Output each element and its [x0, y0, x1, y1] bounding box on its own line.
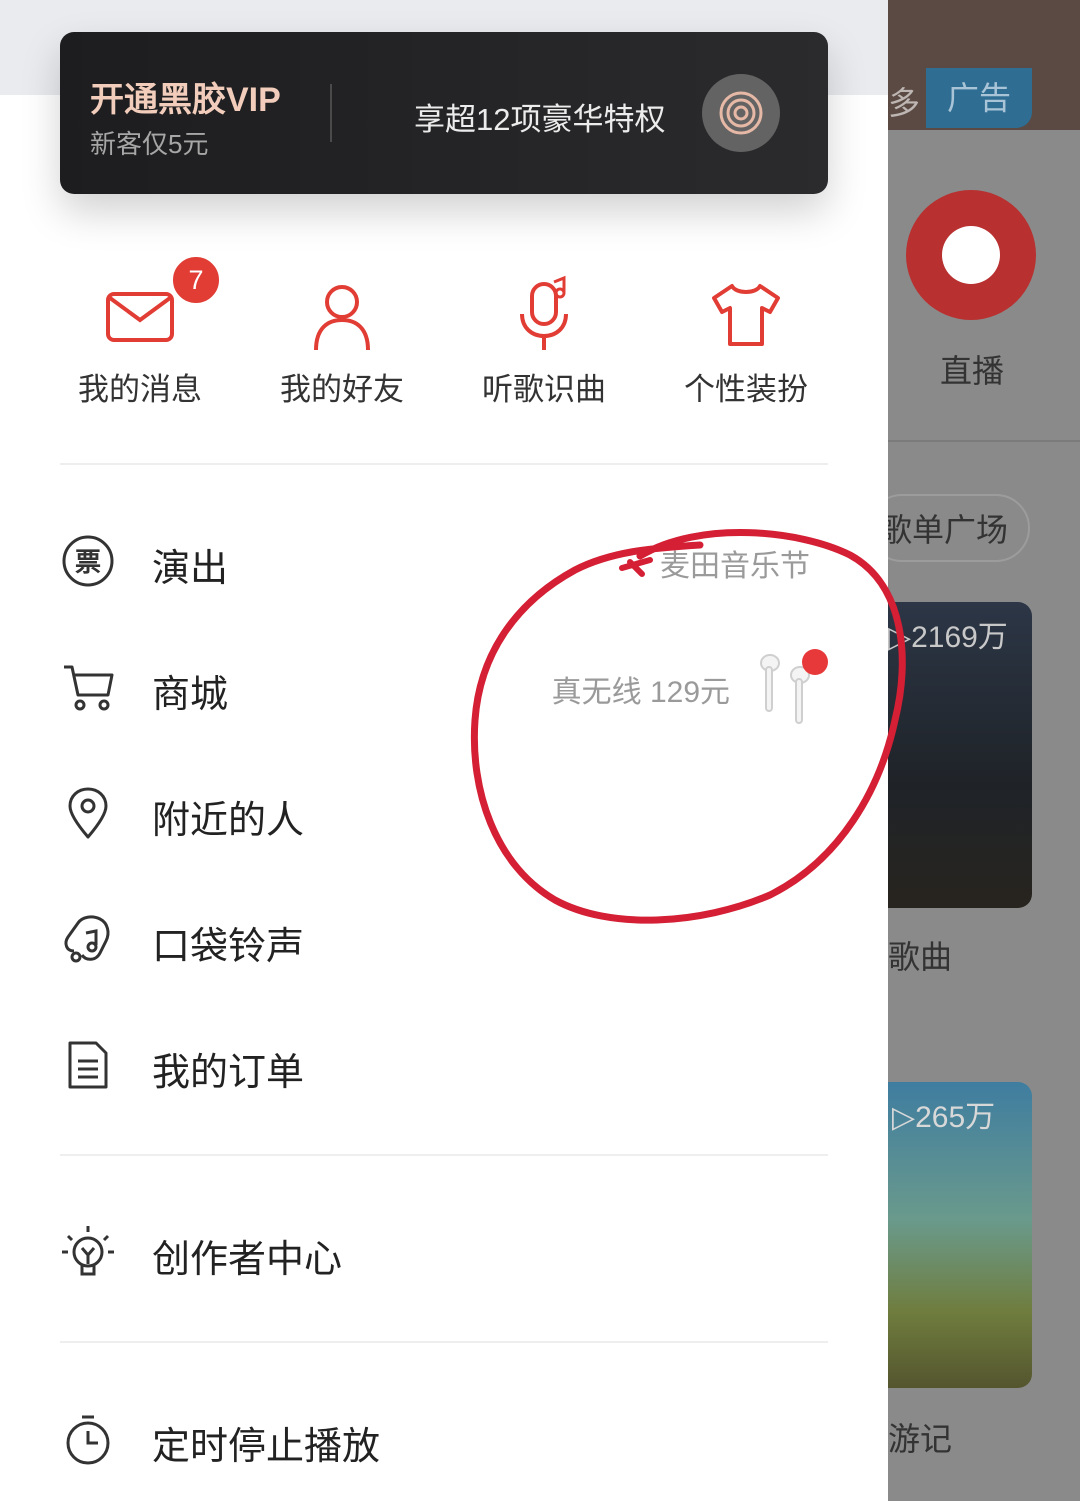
- mail-icon: [106, 292, 174, 342]
- vip-separator: [330, 84, 332, 142]
- quick-action-friends[interactable]: 我的好友: [262, 262, 422, 412]
- menu-item-creator-center[interactable]: 创作者中心: [0, 1196, 888, 1306]
- menu-item-label: 定时停止播放: [152, 1426, 381, 1468]
- quick-action-label: 个性装扮: [684, 372, 808, 407]
- quick-action-recognize-song[interactable]: 听歌识曲: [464, 262, 624, 412]
- ringtone-icon: [64, 915, 110, 963]
- menu-item-label: 口袋铃声: [152, 926, 305, 968]
- menu-item-shows[interactable]: 票 演出 麦田音乐节: [0, 505, 888, 615]
- menu-item-sleep-timer[interactable]: 定时停止播放: [0, 1383, 888, 1493]
- menu-item-ringtone[interactable]: 口袋铃声: [0, 883, 888, 993]
- vip-banner[interactable]: 开通黑胶VIP 新客仅5元 享超12项豪华特权: [60, 32, 828, 194]
- menu-item-promo: 真无线 129元: [551, 676, 730, 709]
- location-pin-icon: [68, 787, 108, 839]
- background-ad-tag: 广告: [926, 68, 1032, 128]
- menu-item-label: 商城: [152, 674, 229, 716]
- background-more-text: 多: [888, 85, 921, 121]
- menu-item-store[interactable]: 商城 真无线 129元: [0, 631, 888, 741]
- playlist-square-button[interactable]: 歌单广场: [888, 494, 1030, 562]
- vip-title: 开通黑胶VIP: [90, 81, 281, 119]
- menu-item-label: 附近的人: [152, 800, 305, 842]
- vip-benefit-text: 享超12项豪华特权: [414, 102, 666, 137]
- timer-icon: [66, 1415, 110, 1465]
- unread-badge: 7: [170, 254, 222, 306]
- quick-action-label: 我的消息: [78, 372, 202, 407]
- order-doc-icon: [68, 1041, 108, 1089]
- play-count: ▷2169万: [888, 621, 1008, 654]
- ticket-icon: 票: [62, 535, 114, 587]
- playlist-card-title: 游记: [888, 1421, 953, 1457]
- menu-item-promo: 麦田音乐节: [660, 550, 810, 583]
- tshirt-icon: [712, 284, 780, 346]
- background-divider: [888, 440, 1080, 442]
- side-drawer: 开通黑胶VIP 新客仅5元 享超12项豪华特权 7 我的消息 我的好友 听歌识曲…: [0, 0, 888, 1501]
- live-label: 直播: [940, 353, 1005, 389]
- menu-item-label: 我的订单: [152, 1052, 305, 1094]
- quick-actions: 7 我的消息 我的好友 听歌识曲 个性装扮: [0, 254, 888, 422]
- play-count: ▷265万: [892, 1101, 996, 1134]
- menu-item-label: 创作者中心: [152, 1239, 343, 1281]
- quick-action-label: 我的好友: [280, 372, 404, 407]
- divider: [60, 1154, 828, 1156]
- background-app: 多 广告 直播 歌单广场 ▷2169万 歌曲 ▷265万 游记: [888, 0, 1080, 1501]
- svg-text:票: 票: [75, 548, 101, 578]
- quick-action-messages[interactable]: 7 我的消息: [60, 254, 222, 412]
- live-icon[interactable]: [906, 190, 1036, 320]
- lightbulb-icon: [62, 1226, 114, 1276]
- vip-subtitle: 新客仅5元: [90, 129, 209, 159]
- quick-action-label: 听歌识曲: [482, 372, 606, 407]
- quick-action-dress-up[interactable]: 个性装扮: [666, 262, 826, 412]
- menu-item-orders[interactable]: 我的订单: [0, 1009, 888, 1119]
- menu-item-nearby[interactable]: 附近的人: [0, 757, 888, 867]
- new-dot-badge: [802, 649, 828, 675]
- menu-item-label: 演出: [152, 548, 229, 590]
- playlist-card-title: 歌曲: [888, 939, 953, 975]
- person-icon: [314, 285, 370, 351]
- divider: [60, 1341, 828, 1343]
- divider: [60, 463, 828, 465]
- vinyl-disc-icon: [702, 74, 780, 152]
- cart-icon: [64, 665, 114, 711]
- mic-music-icon: [520, 275, 568, 350]
